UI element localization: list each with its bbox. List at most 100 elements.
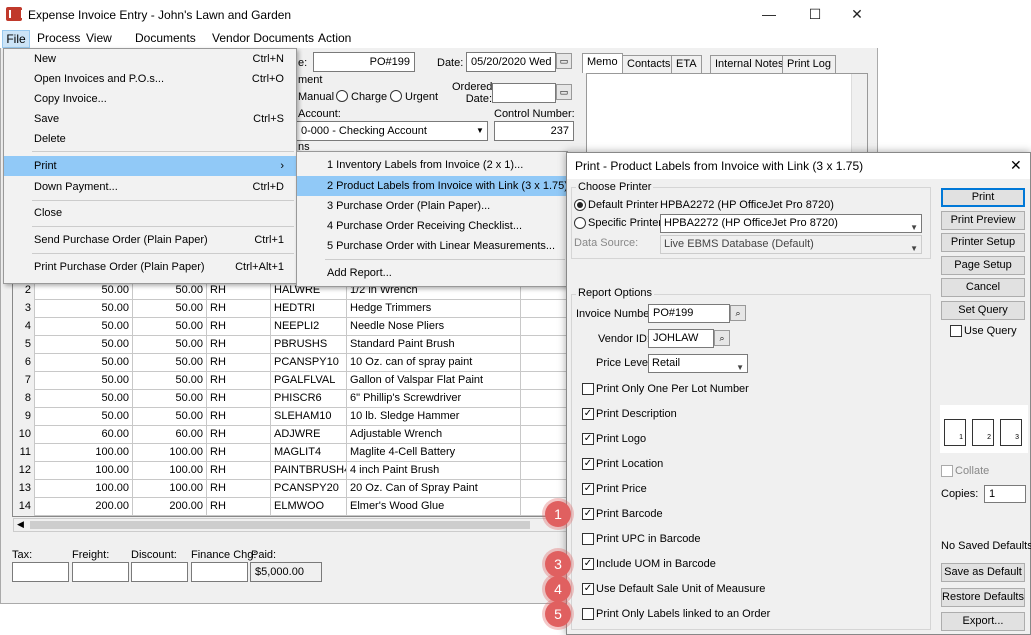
cell-u[interactable]: RH bbox=[207, 372, 271, 390]
submenu-item-linear-measurements[interactable]: 5 Purchase Order with Linear Measurement… bbox=[297, 236, 567, 256]
cell-qty2[interactable]: 100.00 bbox=[133, 444, 207, 462]
cell-u[interactable]: RH bbox=[207, 390, 271, 408]
cell-qty[interactable]: 50.00 bbox=[35, 300, 133, 318]
menu-item-close[interactable]: Close bbox=[4, 203, 296, 223]
menu-action[interactable]: Action bbox=[318, 31, 351, 45]
cell-desc[interactable]: 20 Oz. Can of Spray Paint bbox=[347, 480, 521, 498]
invoice-field[interactable]: PO#199 bbox=[313, 52, 415, 72]
cell-u[interactable]: RH bbox=[207, 300, 271, 318]
cell-u[interactable]: RH bbox=[207, 282, 271, 300]
minimize-button[interactable]: — bbox=[754, 4, 784, 24]
save-default-button[interactable]: Save as Default bbox=[941, 563, 1025, 582]
cell-code[interactable]: ELMWOO bbox=[271, 498, 347, 516]
cell-desc[interactable]: Hedge Trimmers bbox=[347, 300, 521, 318]
cell-qty[interactable]: 50.00 bbox=[35, 390, 133, 408]
option-checkbox[interactable]: ✓ bbox=[582, 458, 594, 470]
discount-field[interactable] bbox=[131, 562, 188, 582]
cell-code[interactable]: NEEPLI2 bbox=[271, 318, 347, 336]
menu-item-print-po[interactable]: Print Purchase Order (Plain Paper) Ctrl+A… bbox=[4, 257, 296, 277]
cell-code[interactable]: HEDTRI bbox=[271, 300, 347, 318]
cell-code[interactable]: PCANSPY20 bbox=[271, 480, 347, 498]
submenu-item-receiving-checklist[interactable]: 4 Purchase Order Receiving Checklist... bbox=[297, 216, 567, 236]
tab-eta[interactable]: ETA bbox=[671, 55, 702, 73]
cell-empty[interactable] bbox=[521, 390, 569, 408]
table-row[interactable]: 11 100.00 100.00 RH MAGLIT4 Maglite 4-Cell Ba… bbox=[13, 444, 569, 462]
cell-u[interactable]: RH bbox=[207, 408, 271, 426]
search-icon[interactable]: ⌕ bbox=[714, 330, 730, 346]
cell-n[interactable]: 5 bbox=[13, 336, 35, 354]
cell-n[interactable]: 4 bbox=[13, 318, 35, 336]
cell-code[interactable]: SLEHAM10 bbox=[271, 408, 347, 426]
cell-n[interactable]: 11 bbox=[13, 444, 35, 462]
cell-u[interactable]: RH bbox=[207, 336, 271, 354]
cell-n[interactable]: 2 bbox=[13, 282, 35, 300]
cell-n[interactable]: 6 bbox=[13, 354, 35, 372]
table-row[interactable]: 7 50.00 50.00 RH PGALFLVAL Gallon of Valspar … bbox=[13, 372, 569, 390]
cell-qty2[interactable]: 100.00 bbox=[133, 462, 207, 480]
cell-qty[interactable]: 200.00 bbox=[35, 498, 133, 516]
cell-desc[interactable]: 6" Phillip's Screwdriver bbox=[347, 390, 521, 408]
cell-u[interactable]: RH bbox=[207, 354, 271, 372]
cell-qty2[interactable]: 60.00 bbox=[133, 426, 207, 444]
option-checkbox[interactable]: ✓ bbox=[582, 558, 594, 570]
menu-view[interactable]: View bbox=[86, 31, 112, 45]
cell-code[interactable]: PHISCR6 bbox=[271, 390, 347, 408]
option-checkbox[interactable]: ✓ bbox=[582, 508, 594, 520]
table-row[interactable]: 5 50.00 50.00 RH PBRUSHS Standard Paint Brush bbox=[13, 336, 569, 354]
cell-desc[interactable]: Needle Nose Pliers bbox=[347, 318, 521, 336]
memo-textarea[interactable] bbox=[586, 73, 868, 153]
cell-empty[interactable] bbox=[521, 300, 569, 318]
urgent-radio[interactable] bbox=[390, 90, 402, 102]
menu-item-delete[interactable]: Delete bbox=[4, 129, 296, 149]
cell-desc[interactable]: 10 Oz. can of spray paint bbox=[347, 354, 521, 372]
cell-empty[interactable] bbox=[521, 480, 569, 498]
cell-desc[interactable]: Gallon of Valspar Flat Paint bbox=[347, 372, 521, 390]
cell-code[interactable]: MAGLIT4 bbox=[271, 444, 347, 462]
menu-file[interactable]: File bbox=[2, 30, 30, 48]
table-row[interactable]: 12 100.00 100.00 RH PAINTBRUSH4 4 inch Paint … bbox=[13, 462, 569, 480]
cell-desc[interactable]: 4 inch Paint Brush bbox=[347, 462, 521, 480]
tab-contacts[interactable]: Contacts bbox=[622, 55, 676, 73]
cell-n[interactable]: 12 bbox=[13, 462, 35, 480]
cell-n[interactable]: 9 bbox=[13, 408, 35, 426]
tab-internal-notes[interactable]: Internal Notes bbox=[710, 55, 789, 73]
finance-charge-field[interactable] bbox=[191, 562, 248, 582]
print-preview-button[interactable]: Print Preview bbox=[941, 210, 1025, 230]
option-checkbox[interactable]: ✓ bbox=[582, 433, 594, 445]
freight-field[interactable] bbox=[72, 562, 129, 582]
calendar-icon[interactable]: ▭ bbox=[556, 53, 572, 69]
scroll-thumb[interactable] bbox=[30, 521, 530, 529]
print-button[interactable]: Print bbox=[941, 188, 1025, 207]
cell-u[interactable]: RH bbox=[207, 444, 271, 462]
menu-vendor-documents[interactable]: Vendor Documents bbox=[212, 31, 314, 45]
cell-u[interactable]: RH bbox=[207, 480, 271, 498]
invoice-number-field[interactable]: PO#199 bbox=[648, 304, 730, 323]
memo-scrollbar[interactable] bbox=[851, 74, 867, 152]
cell-desc[interactable]: Adjustable Wrench bbox=[347, 426, 521, 444]
dialog-close-icon[interactable]: ✕ bbox=[1010, 157, 1022, 174]
chevron-left-icon[interactable]: ◀ bbox=[17, 519, 24, 530]
table-row[interactable]: 4 50.00 50.00 RH NEEPLI2 Needle Nose Pliers bbox=[13, 318, 569, 336]
cell-qty[interactable]: 60.00 bbox=[35, 426, 133, 444]
cell-qty2[interactable]: 50.00 bbox=[133, 318, 207, 336]
cell-n[interactable]: 3 bbox=[13, 300, 35, 318]
cell-code[interactable]: PBRUSHS bbox=[271, 336, 347, 354]
specific-printer-select[interactable]: HPBA2272 (HP OfficeJet Pro 8720) ▼ bbox=[660, 214, 922, 233]
cell-code[interactable]: PAINTBRUSH4 bbox=[271, 462, 347, 480]
cell-n[interactable]: 14 bbox=[13, 498, 35, 516]
table-row[interactable]: 10 60.00 60.00 RH ADJWRE Adjustable Wrench bbox=[13, 426, 569, 444]
cell-code[interactable]: ADJWRE bbox=[271, 426, 347, 444]
cell-qty[interactable]: 50.00 bbox=[35, 336, 133, 354]
cell-qty2[interactable]: 50.00 bbox=[133, 354, 207, 372]
tax-field[interactable] bbox=[12, 562, 69, 582]
ordered-date-field[interactable] bbox=[492, 83, 556, 103]
table-row[interactable]: 6 50.00 50.00 RH PCANSPY10 10 Oz. can of spra… bbox=[13, 354, 569, 372]
account-select[interactable]: 0-000 - Checking Account bbox=[296, 121, 488, 141]
printer-setup-button[interactable]: Printer Setup bbox=[941, 233, 1025, 252]
specific-printer-radio[interactable] bbox=[574, 217, 586, 229]
cell-qty2[interactable]: 50.00 bbox=[133, 300, 207, 318]
cell-empty[interactable] bbox=[521, 318, 569, 336]
cell-empty[interactable] bbox=[521, 336, 569, 354]
option-checkbox[interactable]: ✓ bbox=[582, 408, 594, 420]
option-checkbox[interactable] bbox=[582, 533, 594, 545]
